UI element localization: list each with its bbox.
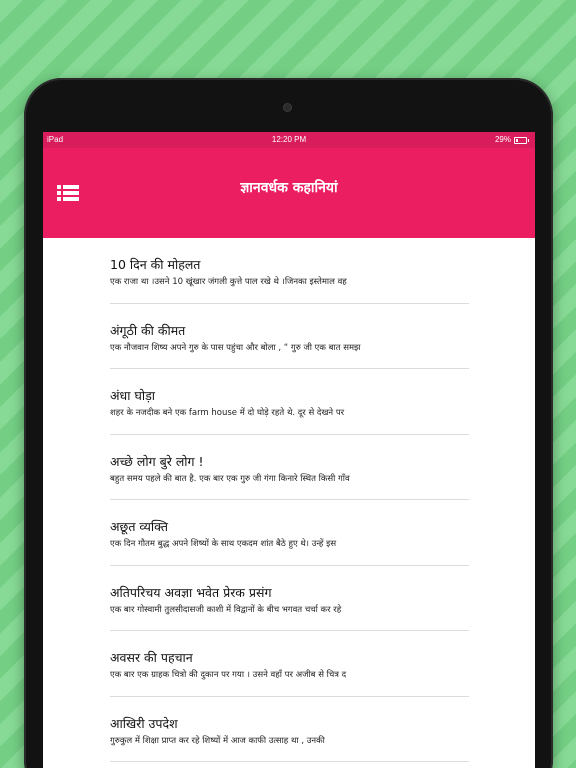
- app-screen: iPad 12:20 PM 29% ज्ञानवर्धक कहानियां 10…: [43, 132, 535, 768]
- story-item[interactable]: अंधा घोड़ा शहर के नजदीक बने एक farm hous…: [43, 369, 535, 435]
- story-title: अवसर की पहचान: [110, 650, 193, 665]
- story-item[interactable]: 10 दिन की मोहलत एक राजा था ।उसने 10 खूंख…: [43, 238, 535, 304]
- story-title: अच्छे लोग बुरे लोग !: [110, 453, 204, 469]
- page-title: ज्ञानवर्धक कहानियां: [240, 180, 338, 196]
- app-bar: ज्ञानवर्धक कहानियां: [43, 148, 535, 238]
- story-title: अछूत व्यक्ति: [110, 519, 168, 534]
- story-title: 10 दिन की मोहलत: [110, 257, 201, 272]
- status-bar: iPad 12:20 PM 29%: [43, 132, 535, 148]
- story-item[interactable]: अवसर की पहचान एक बार एक ग्राहक चित्रो की…: [43, 631, 535, 697]
- status-battery: 29%: [494, 132, 529, 148]
- story-list: 10 दिन की मोहलत एक राजा था ।उसने 10 खूंख…: [43, 238, 535, 762]
- story-item[interactable]: आखिरी उपदेश गुरुकुल में शिक्षा प्राप्त क…: [43, 697, 535, 762]
- story-item[interactable]: अंगूठी की कीमत एक नौजवान शिष्य अपने गुरु…: [43, 304, 535, 369]
- story-item[interactable]: अच्छे लोग बुरे लोग ! बहुत समय पहले की बा…: [43, 435, 535, 500]
- status-time: 12:20 PM: [271, 135, 307, 144]
- battery-percent: 29%: [494, 135, 511, 144]
- battery-icon: [514, 136, 529, 144]
- camera-icon: [284, 104, 291, 111]
- story-excerpt: बहुत समय पहले की बात है. एक बार एक गुरु …: [110, 473, 350, 484]
- story-title: अतिपरिचय अवज्ञा भवेत प्रेरक प्रसंग: [110, 584, 272, 600]
- story-item[interactable]: अतिपरिचय अवज्ञा भवेत प्रेरक प्रसंग एक बा…: [43, 566, 535, 631]
- story-excerpt: एक दिन गौतम बुद्ध अपने शिष्यों के साथ एक…: [110, 539, 337, 549]
- story-excerpt: एक बार गोस्वामी तुलसीदासजी काशी में विद्…: [110, 604, 342, 615]
- story-excerpt: एक राजा था ।उसने 10 खूंखार जंगली कुत्ते …: [110, 277, 347, 287]
- story-title: अंधा घोड़ा: [110, 388, 155, 403]
- divider: [110, 761, 469, 762]
- story-excerpt: एक नौजवान शिष्य अपने गुरु के पास पहुंचा …: [110, 342, 361, 353]
- story-excerpt: एक बार एक ग्राहक चित्रो की दुकान पर गया …: [110, 670, 347, 680]
- story-item[interactable]: अछूत व्यक्ति एक दिन गौतम बुद्ध अपने शिष्…: [43, 500, 535, 566]
- story-title: आखिरी उपदेश: [110, 715, 178, 731]
- story-excerpt: शहर के नजदीक बने एक farm house में दो घो…: [110, 408, 345, 418]
- story-excerpt: गुरुकुल में शिक्षा प्राप्त कर रहे शिष्यो…: [110, 735, 325, 746]
- story-title: अंगूठी की कीमत: [110, 322, 186, 338]
